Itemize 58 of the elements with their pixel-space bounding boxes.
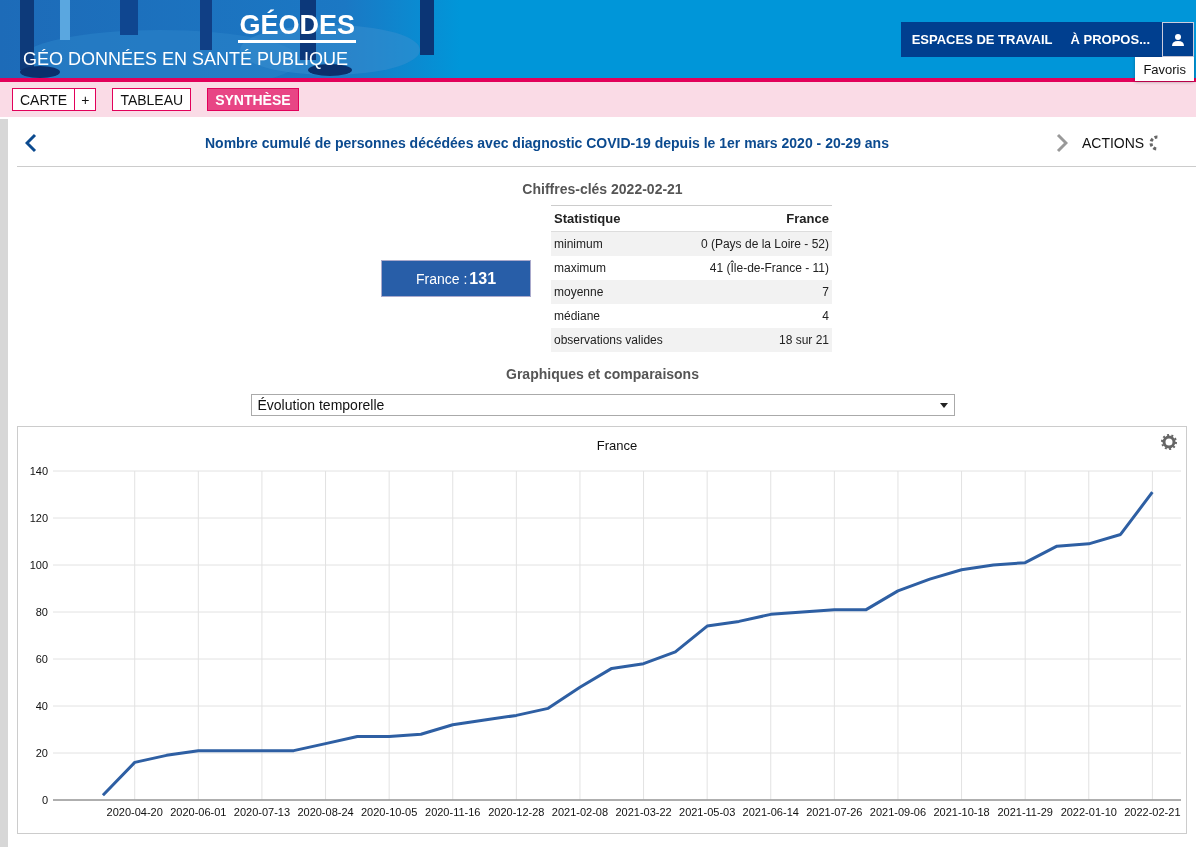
table-cell: moyenne (551, 280, 681, 304)
tab[interactable]: TABLEAU (112, 88, 192, 111)
x-tick-label: 2021-09-06 (869, 806, 927, 818)
x-tick-label: 2020-12-28 (488, 806, 545, 818)
indicator-title: Nombre cumulé de personnes décédées avec diagnostic COVID-19 depuis le 1er mars 2020 - 20-29 ans (205, 134, 889, 151)
x-tick-label: 2020-11-16 (425, 806, 481, 818)
nav-link[interactable]: ESPACES DE TRAVAIL (900, 22, 1062, 57)
x-tick-label: 2020-10-05 (361, 806, 418, 818)
column-header: Statistique (551, 205, 681, 232)
x-tick-label: 2022-02-21 (1124, 806, 1181, 818)
y-tick-label: 60 (35, 653, 48, 665)
table-cell: 7 (680, 280, 832, 304)
table-cell: minimum (551, 231, 681, 256)
section-title: Graphiques et comparaisons (506, 366, 699, 382)
caret-icon (939, 402, 948, 408)
x-tick-label: 2022-01-10 (1060, 806, 1117, 818)
x-tick-label: 2021-02-08 (551, 806, 609, 818)
y-tick-label: 0 (41, 794, 48, 806)
value-badge: France :131 (381, 260, 531, 297)
tab[interactable]: CARTE (12, 88, 76, 111)
add-button[interactable]: + (75, 88, 97, 111)
x-tick-label: 2021-03-22 (615, 806, 672, 818)
x-tick-label: 2020-06-01 (170, 806, 227, 818)
table-cell: médiane (551, 304, 681, 328)
x-tick-label: 2020-04-20 (106, 806, 163, 818)
x-tick-label: 2021-10-18 (933, 806, 990, 818)
y-tick-label: 140 (29, 465, 48, 477)
y-tick-label: 20 (35, 747, 48, 759)
table-cell: maximum (551, 256, 681, 280)
y-tick-label: 40 (35, 700, 48, 712)
tooltip: Favoris (1135, 57, 1194, 81)
x-tick-label: 2021-07-26 (806, 806, 863, 818)
user-icon (1171, 32, 1185, 47)
tab[interactable]: SYNTHÈSE (207, 88, 299, 111)
table-cell: 41 (Île-de-France - 11) (680, 256, 832, 280)
nav-link[interactable]: À PROPOS... (1061, 22, 1159, 57)
x-tick-label: 2020-08-24 (297, 806, 354, 818)
table-cell: 0 (Pays de la Loire - 52) (680, 231, 832, 256)
y-tick-label: 80 (35, 606, 48, 618)
column-header: France (680, 205, 832, 232)
y-tick-label: 100 (29, 559, 48, 571)
user-button[interactable] (1162, 22, 1194, 57)
x-tick-label: 2020-07-13 (233, 806, 291, 818)
x-tick-label: 2021-06-14 (742, 806, 799, 818)
actions-button[interactable]: ACTIONS (1081, 134, 1145, 151)
x-tick-label: 2021-11-29 (997, 806, 1053, 818)
site-subtitle: GÉO DONNÉES EN SANTÉ PUBLIQUE (23, 49, 349, 70)
next-icon[interactable] (1055, 132, 1068, 153)
table-cell: 4 (680, 304, 832, 328)
x-tick-label: 2021-05-03 (679, 806, 736, 818)
chart-title: France (596, 438, 638, 453)
table-cell: 18 sur 21 (680, 328, 832, 352)
previous-icon[interactable] (25, 132, 37, 153)
y-tick-label: 120 (29, 512, 48, 524)
site-logo[interactable]: GÉODES (238, 10, 356, 43)
chart-type-dropdown[interactable]: Évolution temporelle (250, 394, 955, 416)
table-cell: observations valides (551, 328, 681, 352)
section-title: Chiffres-clés 2022-02-21 (522, 181, 683, 197)
